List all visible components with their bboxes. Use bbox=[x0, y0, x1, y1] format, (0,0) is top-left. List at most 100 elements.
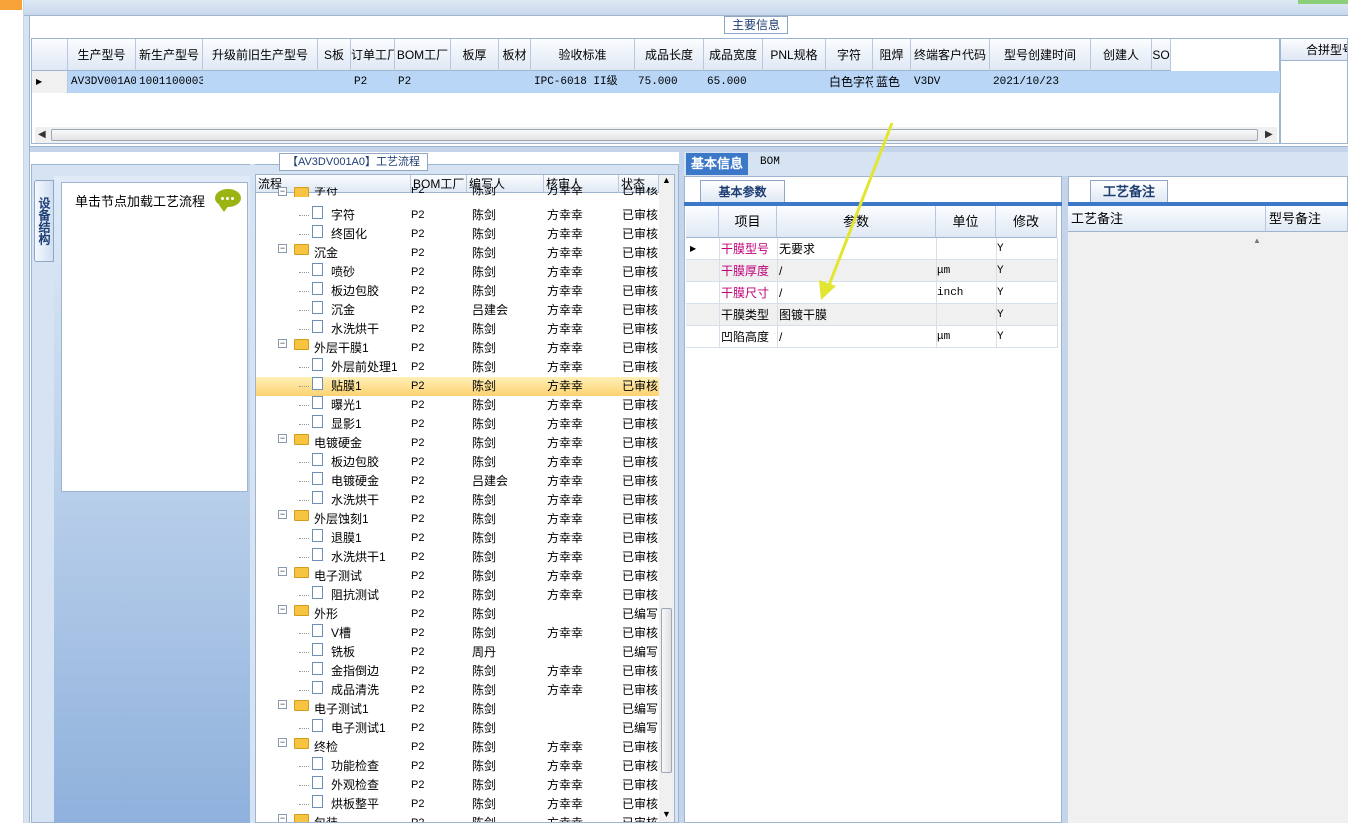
tree-node-label[interactable]: 烘板整平 bbox=[331, 795, 379, 814]
column-header[interactable]: 成品长度 bbox=[635, 39, 704, 71]
tree-node-label[interactable]: 终检 bbox=[314, 738, 338, 757]
table-cell[interactable]: 10011000031815 bbox=[136, 71, 203, 93]
table-cell[interactable]: 75.000 bbox=[635, 71, 704, 93]
expand-toggle-icon[interactable]: − bbox=[278, 339, 287, 348]
param-row[interactable]: 干膜尺寸 / inch Y bbox=[686, 282, 1058, 304]
tree-node-label[interactable]: 电镀硬金 bbox=[331, 472, 379, 491]
column-header[interactable]: PNL规格 bbox=[763, 39, 826, 71]
merge-model-header[interactable]: 合拼型号 bbox=[1281, 39, 1347, 61]
column-header[interactable]: 型号创建时间 bbox=[990, 39, 1091, 71]
column-header[interactable]: SO bbox=[1152, 39, 1171, 71]
tree-node-label[interactable]: 电子测试1 bbox=[314, 700, 369, 719]
tree-node-label[interactable]: 字符 bbox=[331, 206, 355, 225]
scroll-left-icon[interactable]: ◀ bbox=[38, 129, 46, 140]
tree-row[interactable]: 阻抗测试 P2 陈剑 方幸幸 已审核 bbox=[256, 586, 659, 605]
column-header[interactable]: 验收标准 bbox=[531, 39, 635, 71]
scroll-up-icon[interactable]: ▲ bbox=[662, 175, 671, 185]
tree-row[interactable]: 功能检查 P2 陈剑 方幸幸 已审核 bbox=[256, 757, 659, 776]
expand-toggle-icon[interactable]: − bbox=[278, 567, 287, 576]
process-note-cell[interactable] bbox=[1068, 232, 1266, 823]
tree-row[interactable]: − 字符 P2 陈剑 方幸幸 已审核 bbox=[256, 187, 659, 197]
column-header[interactable]: 板厚 bbox=[451, 39, 499, 71]
param-column-header[interactable]: 参数 bbox=[777, 206, 936, 238]
tree-row[interactable]: 字符 P2 陈剑 方幸幸 已审核 bbox=[256, 206, 659, 225]
tree-row[interactable]: 显影1 P2 陈剑 方幸幸 已审核 bbox=[256, 415, 659, 434]
expand-toggle-icon[interactable]: − bbox=[278, 700, 287, 709]
tree-row[interactable]: − 电镀硬金 P2 陈剑 方幸幸 已审核 bbox=[256, 434, 659, 453]
tree-row[interactable]: 贴膜1 P2 陈剑 方幸幸 已审核 bbox=[256, 377, 659, 396]
tree-node-label[interactable]: 沉金 bbox=[314, 244, 338, 263]
tab-basic-params[interactable]: 基本参数 bbox=[700, 180, 785, 202]
column-header[interactable]: 创建人 bbox=[1091, 39, 1152, 71]
tree-row[interactable]: 终固化 P2 陈剑 方幸幸 已审核 bbox=[256, 225, 659, 244]
table-cell[interactable]: AV3DV001A0 bbox=[68, 71, 136, 93]
tree-row[interactable]: 板边包胶 P2 陈剑 方幸幸 已审核 bbox=[256, 282, 659, 301]
column-header[interactable]: S板 bbox=[318, 39, 351, 71]
column-header[interactable]: 字符 bbox=[826, 39, 873, 71]
tree-node-label[interactable]: 电镀硬金 bbox=[314, 434, 362, 453]
table-cell[interactable]: 65.000 bbox=[704, 71, 763, 93]
tree-node-label[interactable]: 成品清洗 bbox=[331, 681, 379, 700]
tree-node-label[interactable]: 显影1 bbox=[331, 415, 362, 434]
tree-row[interactable]: 水洗烘干 P2 陈剑 方幸幸 已审核 bbox=[256, 491, 659, 510]
scroll-down-icon[interactable]: ▼ bbox=[662, 809, 671, 819]
column-header[interactable]: 板材 bbox=[499, 39, 531, 71]
model-note-header[interactable]: 型号备注 bbox=[1266, 206, 1348, 232]
column-header[interactable]: 订单工厂 bbox=[351, 39, 395, 71]
tab-basic-info[interactable]: 基本信息 bbox=[686, 153, 748, 175]
tree-node-label[interactable]: 板边包胶 bbox=[331, 453, 379, 472]
expand-toggle-icon[interactable]: − bbox=[278, 738, 287, 747]
param-row[interactable]: 干膜类型 图镀干膜 Y bbox=[686, 304, 1058, 326]
tree-node-label[interactable]: 金指倒边 bbox=[331, 662, 379, 681]
tree-node-label[interactable]: 电子测试1 bbox=[331, 719, 386, 738]
tree-row[interactable]: 喷砂 P2 陈剑 方幸幸 已审核 bbox=[256, 263, 659, 282]
param-row[interactable]: ▶ 干膜型号 无要求 Y bbox=[686, 238, 1058, 260]
tree-node-label[interactable]: 功能检查 bbox=[331, 757, 379, 776]
tree-node-label[interactable]: 外层蚀刻1 bbox=[314, 510, 369, 529]
tree-vscrollbar[interactable]: ▲ ▼ bbox=[659, 175, 674, 822]
tree-row[interactable]: − 终检 P2 陈剑 方幸幸 已审核 bbox=[256, 738, 659, 757]
tree-node-label[interactable]: 喷砂 bbox=[331, 263, 355, 282]
expand-toggle-icon[interactable]: − bbox=[278, 434, 287, 443]
tree-row[interactable]: − 包装 P2 陈剑 方幸幸 已审核 bbox=[256, 814, 659, 822]
param-row[interactable]: 干膜厚度 / μm Y bbox=[686, 260, 1058, 282]
tree-node-label[interactable]: 水洗烘干 bbox=[331, 491, 379, 510]
column-header[interactable]: 阻焊 bbox=[873, 39, 911, 71]
param-value[interactable]: / bbox=[779, 326, 782, 348]
tree-row[interactable]: 沉金 P2 吕建会 方幸幸 已审核 bbox=[256, 301, 659, 320]
tree-node-label[interactable]: 外观检查 bbox=[331, 776, 379, 795]
expand-toggle-icon[interactable]: − bbox=[278, 605, 287, 614]
tree-node-label[interactable]: 电子测试 bbox=[314, 567, 362, 586]
table-cell[interactable]: V3DV bbox=[911, 71, 990, 93]
tab-bom[interactable]: BOM bbox=[760, 156, 780, 168]
table-cell[interactable]: IPC-6018 II级 bbox=[531, 71, 635, 93]
tree-row[interactable]: 铣板 P2 周丹 已编写 bbox=[256, 643, 659, 662]
tree-node-label[interactable]: 水洗烘干 bbox=[331, 320, 379, 339]
tree-row[interactable]: 成品清洗 P2 陈剑 方幸幸 已审核 bbox=[256, 681, 659, 700]
tree-node-label[interactable]: 曝光1 bbox=[331, 396, 362, 415]
scroll-up-icon[interactable]: ▲ bbox=[1253, 236, 1261, 245]
tree-node-label[interactable]: 包装 bbox=[314, 814, 338, 822]
tree-row[interactable]: − 电子测试1 P2 陈剑 已编写 bbox=[256, 700, 659, 719]
scroll-thumb[interactable] bbox=[51, 129, 1258, 141]
param-value[interactable]: / bbox=[779, 282, 782, 304]
tree-node-label[interactable]: 水洗烘干1 bbox=[331, 548, 386, 567]
expand-toggle-icon[interactable]: − bbox=[278, 814, 287, 822]
table-cell[interactable]: 2021/10/23 bbox=[990, 71, 1091, 93]
column-header[interactable]: 新生产型号 bbox=[136, 39, 203, 71]
notes-vscrollbar[interactable]: ▲ bbox=[1250, 232, 1266, 823]
tree-node-label[interactable]: 退膜1 bbox=[331, 529, 362, 548]
column-header[interactable]: 生产型号 bbox=[68, 39, 136, 71]
main-grid-hscrollbar[interactable]: ◀ ▶ bbox=[35, 127, 1277, 143]
tree-row[interactable]: 电子测试1 P2 陈剑 已编写 bbox=[256, 719, 659, 738]
process-note-header[interactable]: 工艺备注 bbox=[1068, 206, 1266, 232]
param-value[interactable]: 图镀干膜 bbox=[779, 304, 827, 326]
tree-row[interactable]: 电镀硬金 P2 吕建会 方幸幸 已审核 bbox=[256, 472, 659, 491]
tree-row[interactable]: 金指倒边 P2 陈剑 方幸幸 已审核 bbox=[256, 662, 659, 681]
tree-node-label[interactable]: 外形 bbox=[314, 605, 338, 624]
tree-node-label[interactable]: 板边包胶 bbox=[331, 282, 379, 301]
param-column-header[interactable]: 项目 bbox=[719, 206, 777, 238]
param-column-header[interactable]: 修改 bbox=[996, 206, 1057, 238]
tree-node-label[interactable]: 阻抗测试 bbox=[331, 586, 379, 605]
tree-node-label[interactable]: 外层干膜1 bbox=[314, 339, 369, 358]
